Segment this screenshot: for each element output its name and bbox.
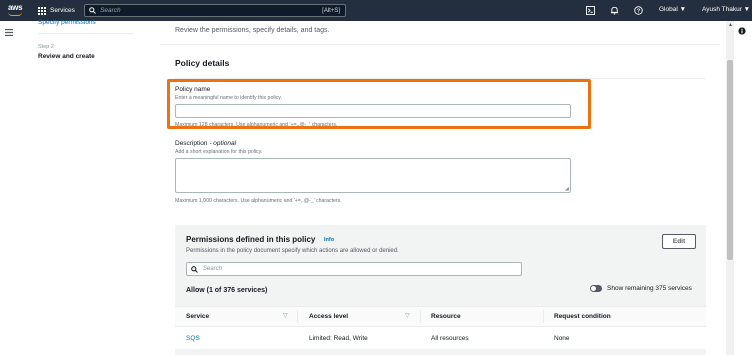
step-specify-permissions-link[interactable]: Specify permissions xyxy=(38,19,96,26)
resize-handle-icon[interactable]: ◢ xyxy=(565,186,569,192)
sort-icon[interactable]: ▽ xyxy=(405,312,410,319)
edit-button[interactable]: Edit xyxy=(662,234,696,249)
permissions-search-input[interactable]: Search xyxy=(186,262,522,276)
aws-logo-text: aws xyxy=(8,3,23,12)
search-shortcut: [Alt+S] xyxy=(322,7,340,14)
help-icon[interactable]: ? xyxy=(633,5,643,15)
resource-cell: All resources xyxy=(431,335,469,342)
region-selector[interactable]: Global ▼ xyxy=(659,6,686,13)
show-remaining-toggle[interactable] xyxy=(590,285,602,292)
request-condition-cell: None xyxy=(554,335,570,342)
description-constraint: Maximum 1,000 characters. Use alphanumer… xyxy=(175,198,342,204)
column-header-access-level[interactable]: Access level xyxy=(309,313,348,320)
scroll-up-arrow-icon[interactable]: ▲ xyxy=(728,22,733,28)
info-panel-icon[interactable] xyxy=(738,27,746,37)
sort-icon[interactable]: ▽ xyxy=(283,312,288,319)
permissions-subtitle: Permissions in the policy document speci… xyxy=(186,248,399,254)
policy-details-heading: Policy details xyxy=(175,58,230,68)
column-header-resource: Resource xyxy=(431,313,461,320)
description-label-text: Description xyxy=(175,140,208,147)
aws-logo[interactable]: aws xyxy=(6,3,26,18)
column-divider xyxy=(297,310,298,323)
service-link-sqs[interactable]: SQS xyxy=(186,335,200,342)
permissions-info-link[interactable]: Info xyxy=(324,237,334,243)
menu-icon[interactable] xyxy=(5,28,13,39)
access-level-cell: Limited: Read, Write xyxy=(309,335,368,342)
allow-services-count: Allow (1 of 376 services) xyxy=(186,287,268,294)
search-icon xyxy=(191,265,198,273)
step-number: Step 2 xyxy=(38,44,54,50)
page-description: Review the permissions, specify details,… xyxy=(175,27,330,34)
permissions-heading: Permissions defined in this policy xyxy=(186,235,316,244)
steps-divider xyxy=(38,33,134,34)
permissions-search-placeholder: Search xyxy=(203,266,223,272)
bell-icon[interactable] xyxy=(609,5,619,15)
scrollbar-thumb[interactable] xyxy=(727,60,733,260)
cloudshell-icon[interactable] xyxy=(585,5,595,15)
column-divider xyxy=(543,310,544,323)
services-menu-button[interactable]: Services xyxy=(38,4,75,17)
panel-divider xyxy=(160,44,720,45)
current-step-label: Review and create xyxy=(38,53,95,60)
services-label: Services xyxy=(50,7,75,14)
grid-icon xyxy=(38,6,46,15)
column-divider xyxy=(420,310,421,323)
description-optional: optional xyxy=(213,140,237,147)
description-textarea[interactable] xyxy=(175,158,571,193)
description-label: Description - optional xyxy=(175,140,237,147)
search-icon xyxy=(89,7,96,14)
svg-text:?: ? xyxy=(636,8,639,14)
account-menu[interactable]: Ayush Thakur ▼ xyxy=(702,6,750,13)
search-placeholder: Search xyxy=(100,7,121,14)
column-header-service[interactable]: Service xyxy=(186,313,209,320)
show-remaining-label: Show remaining 375 services xyxy=(607,285,692,292)
column-header-request-condition: Request condition xyxy=(554,313,611,320)
top-navigation-bar: aws Services Search [Alt+S] ? Global ▼ A… xyxy=(0,0,752,21)
aws-smile-icon xyxy=(8,12,22,16)
description-hint: Add a short explanation for this policy. xyxy=(175,149,263,155)
policy-name-highlight xyxy=(167,79,591,129)
global-search-input[interactable]: Search [Alt+S] xyxy=(84,4,346,17)
